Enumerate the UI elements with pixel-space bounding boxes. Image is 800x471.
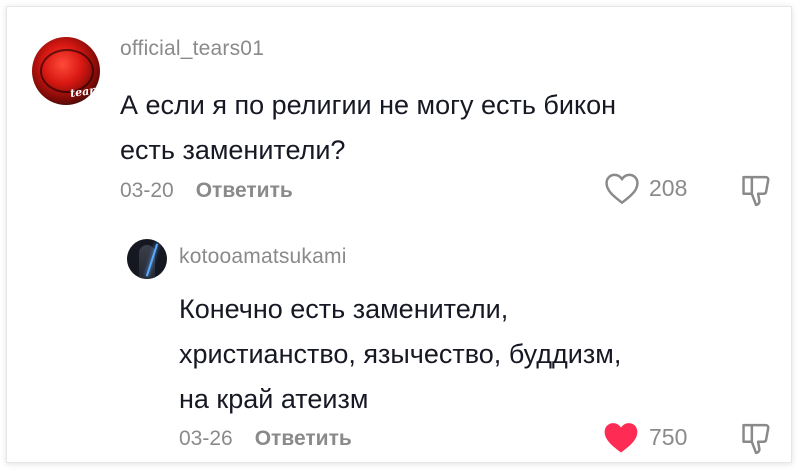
heart-filled-icon xyxy=(604,423,638,453)
dislike-button[interactable] xyxy=(739,421,773,462)
comment-date: 03-20 xyxy=(120,179,174,202)
comment-text: А если я по религии не могу есть бикон е… xyxy=(120,83,616,173)
like-button[interactable]: 208 xyxy=(603,171,687,205)
comment-text-line: на край атеизм xyxy=(179,384,369,414)
thumbs-down-icon xyxy=(742,423,770,455)
like-count: 208 xyxy=(649,174,688,201)
comment-text-line: А если я по религии не могу есть бикон xyxy=(120,90,617,120)
comment-username[interactable]: official_tears01 xyxy=(120,37,264,61)
comment-text: Конечно есть заменители, христианство, я… xyxy=(179,287,621,422)
comment-username[interactable]: kotooamatsukami xyxy=(179,245,347,269)
avatar[interactable]: tears xyxy=(32,37,100,105)
dislike-button[interactable] xyxy=(739,173,773,214)
thumbs-down-icon xyxy=(742,175,770,207)
heart-outline-icon xyxy=(605,173,639,205)
like-count: 750 xyxy=(649,423,688,450)
comment-meta: 03-26 Ответить xyxy=(179,427,352,451)
comments-panel: tears official_tears01 А если я по религ… xyxy=(6,6,792,463)
reply-button[interactable]: Ответить xyxy=(255,427,352,451)
comment-date: 03-26 xyxy=(179,427,233,450)
comment-text-line: Конечно есть заменители, xyxy=(179,294,509,324)
comment-text-line: христианство, язычество, буддизм, xyxy=(179,339,622,369)
comment-text-line: есть заменители? xyxy=(120,135,346,165)
avatar-logo-text: tears xyxy=(69,82,100,101)
reply-button[interactable]: Ответить xyxy=(196,179,293,203)
like-button[interactable]: 750 xyxy=(601,419,687,455)
comment-meta: 03-20 Ответить xyxy=(120,179,293,203)
avatar[interactable] xyxy=(127,239,167,279)
